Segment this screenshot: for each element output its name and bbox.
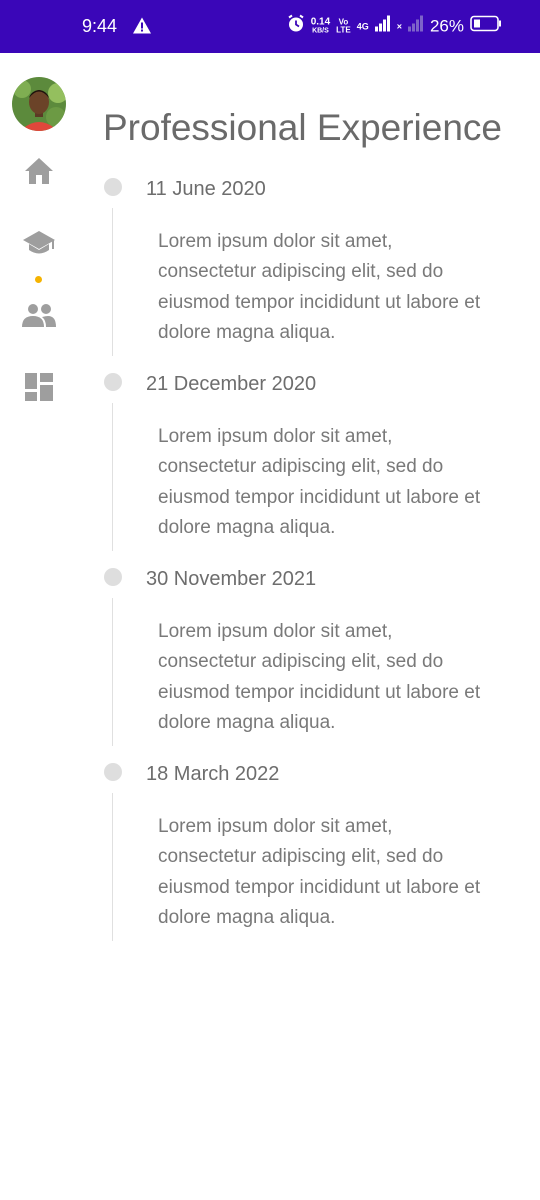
timeline-dot: [104, 763, 122, 781]
signal-sim2-icon: [407, 15, 424, 37]
active-nav-indicator: [35, 276, 42, 283]
home-icon: [24, 157, 54, 190]
timeline-date: 21 December 2020: [146, 373, 317, 395]
timeline-description: Lorem ipsum dolor sit amet, consectetur …: [158, 621, 481, 733]
signal-icon: [374, 15, 391, 37]
warning-icon: [133, 17, 151, 39]
timeline-description: Lorem ipsum dolor sit amet, consectetur …: [158, 816, 481, 928]
battery-percent: 26%: [429, 16, 464, 35]
timeline-dot: [104, 178, 122, 196]
graduation-cap-icon: [22, 229, 56, 262]
timeline-line: [112, 403, 113, 551]
timeline-line: [112, 793, 113, 941]
network-type: 4G: [356, 21, 369, 31]
sim2-mark: ×: [396, 21, 402, 31]
timeline-date: 11 June 2020: [146, 178, 266, 200]
timeline-dot: [104, 373, 122, 391]
status-bar: 9:44 0.14 KB/S Vo LTE 4G × 26%: [0, 0, 540, 53]
people-icon: [22, 303, 56, 332]
nav-education[interactable]: [22, 228, 56, 262]
dashboard-icon: [25, 372, 53, 406]
alarm-icon: [287, 14, 305, 38]
status-time: 9:44: [82, 16, 118, 36]
timeline-description: Lorem ipsum dolor sit amet, consectetur …: [158, 231, 481, 343]
timeline-description: Lorem ipsum dolor sit amet, consectetur …: [158, 426, 481, 538]
timeline-date: 30 November 2021: [146, 568, 317, 590]
page-title: Professional Experience: [103, 107, 502, 148]
timeline-line: [112, 208, 113, 356]
volte-indicator: Vo LTE: [336, 17, 351, 34]
nav-home[interactable]: [22, 156, 56, 190]
status-icons: 0.14 KB/S Vo LTE 4G × 26%: [287, 14, 502, 38]
timeline-line: [112, 598, 113, 746]
timeline-date: 18 March 2022: [146, 763, 280, 785]
timeline-dot: [104, 568, 122, 586]
nav-dashboard[interactable]: [22, 372, 56, 406]
avatar-image: [12, 77, 66, 131]
battery-icon: [470, 15, 502, 37]
nav-people[interactable]: [22, 300, 56, 334]
avatar[interactable]: [12, 77, 66, 131]
network-speed: 0.14 KB/S: [310, 16, 331, 35]
